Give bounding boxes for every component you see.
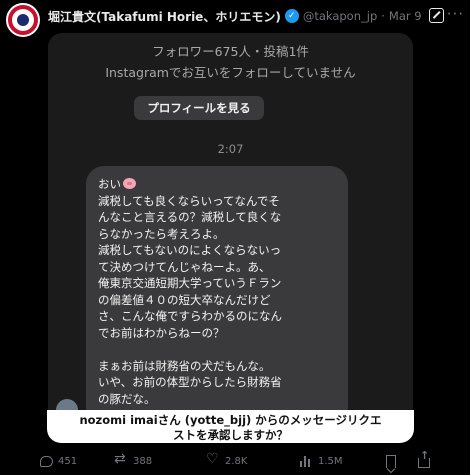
share-icon[interactable] xyxy=(418,449,430,468)
like-count: 2.8K xyxy=(225,455,248,467)
message-request-banner: nozomi imaiさん (yotte_bjj) からのメッセージリクエ スト… xyxy=(47,410,414,443)
bookmark-icon[interactable] xyxy=(386,454,396,468)
message-line: でお前はわからねーの？ xyxy=(98,325,225,340)
request-line-2: ストを承認しますか？ xyxy=(173,428,288,442)
message-line: さ、こんな俺ですらわかるのになん xyxy=(98,309,282,323)
grok-icon[interactable] xyxy=(429,8,444,23)
message-line: 減税しても良くならいってなんでそ xyxy=(98,193,280,208)
avatar-emblem xyxy=(12,9,34,31)
verified-badge-icon: ✓ xyxy=(284,9,299,23)
message-line: て決めつけてんじゃねーよ。あ、 xyxy=(98,259,271,274)
author-handle[interactable]: @takapon_jp xyxy=(303,9,377,23)
dm-followers-line: フォロワー675人・投稿1件 xyxy=(152,44,309,59)
views-bar-chart-icon xyxy=(300,455,313,467)
repost-button[interactable]: 388 xyxy=(114,451,206,468)
dm-instagram-note: Instagramでお互いをフォローしていません xyxy=(105,65,356,80)
header-separator: · xyxy=(381,9,385,23)
request-line-1: nozomi imaiさん (yotte_bjj) からのメッセージリクエ xyxy=(79,413,382,427)
message-line: の豚だな。 xyxy=(98,391,156,406)
message-line: まぁお前は財務省の犬だもんな。 xyxy=(98,358,271,373)
heart-icon xyxy=(206,451,220,468)
message-line: の偏差値４０の短大卒なんだけど xyxy=(98,292,271,307)
tweet-date[interactable]: Mar 9 xyxy=(389,9,422,23)
views-count: 1.5M xyxy=(318,455,343,467)
repost-count: 388 xyxy=(133,455,153,467)
view-profile-button: プロフィールを見る xyxy=(134,96,264,120)
repost-icon xyxy=(114,451,128,468)
tweet-header: 堀江貴文(Takafumi Horie、ホリエモン) ✓ @takapon_jp… xyxy=(48,6,426,26)
message-line: らなかったら考えろよ。 xyxy=(98,226,225,241)
message-line: いや、お前の体型からしたら財務省 xyxy=(98,375,282,389)
reply-count: 451 xyxy=(58,455,78,467)
author-name[interactable]: 堀江貴文(Takafumi Horie、ホリエモン) xyxy=(48,8,281,25)
tweet-actions: 451 388 2.8K 1.5M xyxy=(40,449,462,470)
message-line: 減税してもないのによくならないっ xyxy=(98,243,282,257)
reply-button[interactable]: 451 xyxy=(40,455,114,467)
dm-timestamp: 2:07 xyxy=(217,142,244,156)
like-button[interactable]: 2.8K xyxy=(206,451,300,468)
message-line: んなこと言えるの？減税して良くな xyxy=(98,210,282,224)
reply-icon xyxy=(40,455,53,467)
author-avatar[interactable] xyxy=(6,3,40,37)
views-button[interactable]: 1.5M xyxy=(300,455,376,467)
message-line: おい xyxy=(98,176,338,193)
pig-emoji-icon xyxy=(123,178,136,189)
message-bubble: おい 減税しても良くならいってなんでそ んなこと言えるの？減税して良くな らなか… xyxy=(86,166,348,436)
more-options-icon[interactable]: ··· xyxy=(447,5,464,23)
tweet-media-screenshot[interactable]: フォロワー675人・投稿1件 Instagramでお互いをフォローしていません … xyxy=(48,33,413,443)
message-line: 俺東京交通短期大学っていうＦラン xyxy=(98,276,282,290)
